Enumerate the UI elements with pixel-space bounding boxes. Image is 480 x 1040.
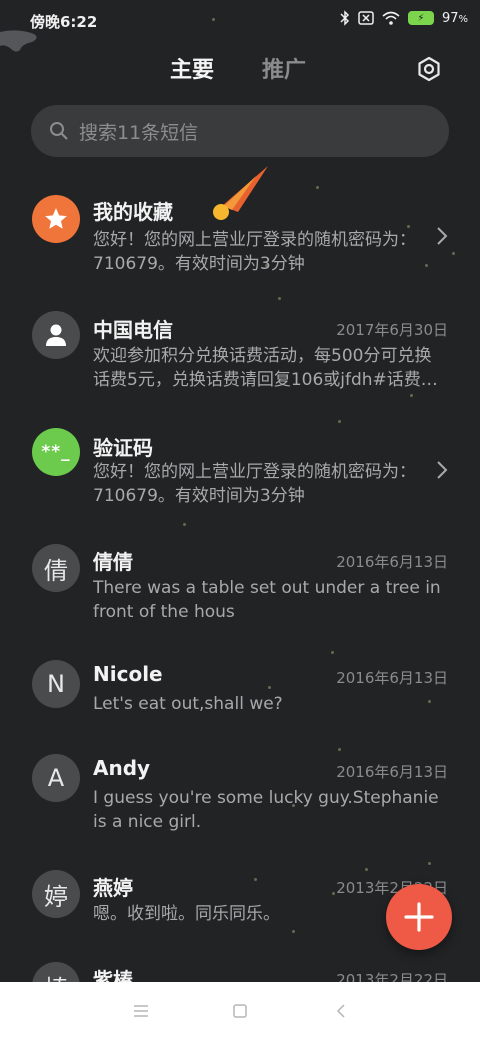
message-date: 2016年6月13日	[336, 669, 448, 687]
decorative-blob	[0, 30, 37, 52]
status-bar: 傍晚6:22 ⚡ 97%	[0, 0, 480, 40]
new-message-button[interactable]	[386, 884, 452, 950]
bluetooth-icon	[340, 10, 349, 26]
battery-level: 97%	[441, 10, 468, 26]
avatar: N	[32, 660, 80, 708]
avatar: 倩	[32, 544, 80, 592]
search-bar[interactable]: 搜索11条短信	[31, 105, 449, 157]
contact-name: 倩倩	[93, 550, 133, 574]
avatar: **_	[32, 428, 80, 476]
message-date: 2016年6月13日	[336, 763, 448, 781]
contact-name: Andy	[93, 756, 151, 780]
menu-icon[interactable]	[133, 1004, 149, 1018]
plus-icon	[404, 902, 434, 932]
chevron-right-icon	[437, 227, 448, 245]
search-icon	[50, 122, 68, 140]
message-preview: 您好！您的网上营业厅登录的随机密码为：710679。有效时间为3分钟	[93, 230, 416, 274]
system-nav-bar	[0, 982, 480, 1040]
conversation-row[interactable]: 中国电信 2017年6月30日 欢迎参加积分兑换话费活动，每500分可兑换话费5…	[0, 306, 480, 406]
message-preview: There was a table set out under a tree i…	[93, 578, 441, 622]
message-preview: 您好！您的网上营业厅登录的随机密码为：710679。有效时间为3分钟	[93, 462, 416, 506]
message-preview: I guess you're some lucky guy.Stephanie …	[93, 788, 439, 832]
contact-name: 验证码	[93, 436, 153, 460]
no-sim-icon	[358, 11, 374, 25]
message-preview: Let's eat out,shall we?	[93, 694, 283, 714]
message-preview: 欢迎参加积分兑换话费活动，每500分可兑换话费5元，兑换话费请回复106或jfd…	[93, 346, 438, 390]
meteor-decoration	[213, 166, 268, 220]
avatar	[32, 311, 80, 359]
home-icon[interactable]	[233, 1004, 247, 1018]
contact-name: Nicole	[93, 662, 163, 686]
contact-name: 中国电信	[93, 318, 173, 342]
status-time: 傍晚6:22	[30, 13, 98, 31]
tab-promotions[interactable]: 推广	[262, 52, 306, 84]
settings-gear-icon[interactable]	[416, 56, 442, 82]
contact-name: 燕婷	[93, 876, 133, 900]
search-input[interactable]: 搜索11条短信	[79, 118, 198, 145]
person-icon	[46, 324, 66, 346]
conversation-row[interactable]: A Andy 2016年6月13日 I guess you're some lu…	[0, 750, 480, 850]
conversation-row-verification[interactable]: **_ 验证码 您好！您的网上营业厅登录的随机密码为：710679。有效时间为3…	[0, 424, 480, 524]
conversation-row[interactable]: 倩 倩倩 2016年6月13日 There was a table set ou…	[0, 540, 480, 640]
wifi-icon	[382, 11, 400, 25]
message-date: 2016年6月13日	[336, 553, 448, 571]
top-tabs: 主要 推广	[0, 52, 480, 92]
contact-name: 我的收藏	[93, 200, 173, 224]
avatar	[32, 195, 80, 243]
star-icon	[45, 208, 67, 229]
conversation-row[interactable]: N Nicole 2016年6月13日 Let's eat out,shall …	[0, 656, 480, 736]
tab-primary[interactable]: 主要	[170, 52, 214, 84]
back-icon[interactable]	[336, 1004, 346, 1018]
status-icons: ⚡ 97%	[340, 10, 468, 26]
chevron-right-icon	[437, 461, 448, 479]
code-icon: **_	[41, 442, 71, 462]
battery-icon: ⚡	[407, 11, 434, 25]
message-date: 2017年6月30日	[336, 321, 448, 339]
avatar: 婷	[32, 870, 80, 918]
avatar: A	[32, 754, 80, 802]
